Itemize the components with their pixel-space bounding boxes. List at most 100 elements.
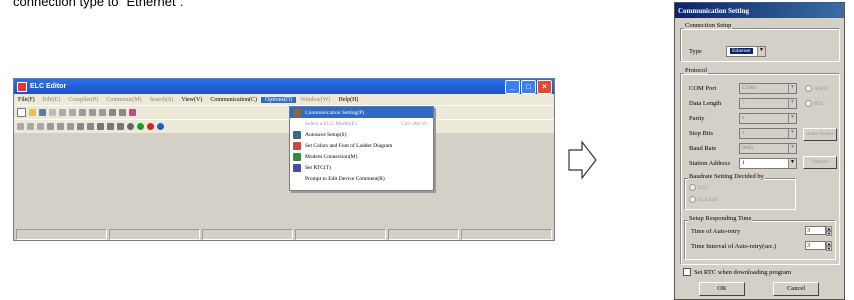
baud-elc-radio[interactable]: ELC [689,184,708,191]
paste-icon[interactable] [99,109,106,116]
menu-item-spacer [293,175,301,183]
online-icon[interactable] [157,123,164,130]
ascii-radio[interactable]: ASCII [805,85,828,92]
menu-item-select-a-elc-model[interactable]: Select a ELC Model(E) Ctrl+Alt+N [290,118,433,129]
parity-select[interactable]: e ▼ [739,113,797,124]
set-rtc-checkbox[interactable]: Set RTC when downloading program [683,268,791,276]
copy-icon[interactable] [89,109,96,116]
save-icon[interactable] [39,109,46,116]
menu-file[interactable]: File(F) [14,97,39,103]
chevron-down-icon[interactable]: ▼ [788,84,796,93]
menu-help[interactable]: Help(H) [334,97,362,103]
auto-retry-interval-spinner[interactable]: 3 ▲ ▼ [805,241,832,251]
ladder-icon[interactable] [17,123,24,130]
menu-view[interactable]: View(V) [177,97,206,103]
com-port-value: COM1 [742,85,758,91]
type-label: Type [689,48,702,55]
comment-icon[interactable] [77,123,84,130]
chevron-down-icon[interactable]: ▼ [757,47,765,56]
auto-retry-spinner[interactable]: 3 ▲ ▼ [805,226,832,236]
menu-item-prompt-to-edit-device-comment[interactable]: Prompt to Edit Device Comment(R) [290,173,433,184]
chevron-down-icon[interactable]: ▼ [788,159,796,168]
upload-icon[interactable] [107,123,114,130]
spin-down-icon[interactable]: ▼ [826,231,832,236]
chevron-down-icon[interactable]: ▼ [788,114,796,123]
menu-bar: File(F) Edit(E) Compiler(P) Comments(M) Sear… [14,94,554,105]
chevron-down-icon[interactable]: ▼ [788,144,796,153]
compile-icon[interactable] [47,123,54,130]
ascii-label: ASCII [814,85,829,92]
baud-rate-value: 9600 [742,145,753,151]
menu-search[interactable]: Search(S) [146,97,178,103]
zoom-icon[interactable] [119,109,126,116]
menu-item-autosave-setup[interactable]: Autosave Setup(S) [290,129,433,140]
grid-icon[interactable] [87,123,94,130]
menu-item-label: Communication Setting(P) [305,109,365,116]
auto-detect-button[interactable]: Auto-Detect [803,128,837,141]
dialog-title: Communication Setting [675,3,844,18]
menu-item-label: Select a ELC Model(E) [305,120,357,127]
chevron-down-icon[interactable]: ▼ [788,129,796,138]
baud-elc-label: ELC [698,184,709,191]
type-select[interactable]: Ethernet ▼ [726,46,766,57]
editor-workspace [14,134,554,214]
menu-comments[interactable]: Comments(M) [102,97,145,103]
menu-communication[interactable]: Communication(C) [206,97,261,103]
station-address-field[interactable]: 1 ▼ [739,158,797,169]
baud-rate-select[interactable]: 9600 ▼ [739,143,797,154]
cut-icon[interactable] [79,109,86,116]
menu-options[interactable]: Options(O) [261,96,297,103]
close-icon[interactable]: × [537,80,552,94]
download-icon[interactable] [117,123,124,130]
menu-edit[interactable]: Edit(E) [39,97,65,103]
print-icon[interactable] [49,109,56,116]
sfc-icon[interactable] [37,123,44,130]
instruction-icon[interactable] [27,123,34,130]
status-cell [108,229,200,240]
data-length-value: 7 [742,100,745,106]
data-length-label: Data Length [689,100,722,107]
cancel-button[interactable]: Cancel [773,282,819,296]
data-length-select[interactable]: 7 ▼ [739,98,797,109]
checkbox-box[interactable] [683,268,691,276]
run-icon[interactable] [137,123,144,130]
maximize-icon[interactable]: □ [521,80,536,94]
com-port-label: COM Port [689,85,717,92]
options-dropdown-menu: Communication Setting(P) Select a ELC Mod… [289,106,434,191]
menu-item-modem-connection[interactable]: Modem Connection(M) [290,151,433,162]
baud-elcsoft-radio[interactable]: ELCSoft [689,196,718,203]
menu-item-label: Modem Connection(M) [305,153,358,160]
undo-icon[interactable] [59,109,66,116]
stop-bits-select[interactable]: 1 ▼ [739,128,797,139]
elc-editor-window: ELC Editor _ □ × File(F) Edit(E) Compiler(… [13,78,555,241]
menu-item-set-colors-and-font-of-ladder-diagram[interactable]: Set Colors and Font of Ladder Diagram [290,140,433,151]
device-monitor-icon[interactable] [57,123,64,130]
set-rtc-label: Set RTC when downloading program [694,268,792,276]
stop-bits-label: Stop Bits [689,130,714,137]
settings-icon[interactable] [127,123,134,130]
table-icon[interactable] [67,123,74,130]
menu-compiler[interactable]: Compiler(P) [64,97,102,103]
redo-icon[interactable] [69,109,76,116]
stop-icon[interactable] [147,123,154,130]
status-cell [294,229,386,240]
rtc-icon [293,163,301,172]
minimize-icon[interactable]: _ [505,80,520,94]
status-cell [16,229,107,240]
find-icon[interactable] [109,109,116,116]
spin-down-icon[interactable]: ▼ [826,246,832,251]
com-port-select[interactable]: COM1 ▼ [739,83,797,94]
menu-item-set-rtc[interactable]: Set RTC(T) [290,162,433,173]
chevron-down-icon[interactable]: ▼ [788,99,796,108]
menu-item-label: Set RTC(T) [305,164,331,171]
watch-icon[interactable] [97,123,104,130]
menu-item-communication-setting[interactable]: Communication Setting(P) [290,107,433,118]
menu-window[interactable]: Window(W) [296,97,334,103]
ok-button[interactable]: OK [699,282,745,296]
plc-icon[interactable] [129,109,136,116]
new-file-icon[interactable] [17,108,26,117]
open-folder-icon[interactable] [29,109,36,116]
auto-retry-interval-label: Time Interval of Auto-retry(sec.) [691,243,777,250]
default-button[interactable]: Default [803,156,837,169]
rtu-radio[interactable]: RTU [805,100,825,107]
